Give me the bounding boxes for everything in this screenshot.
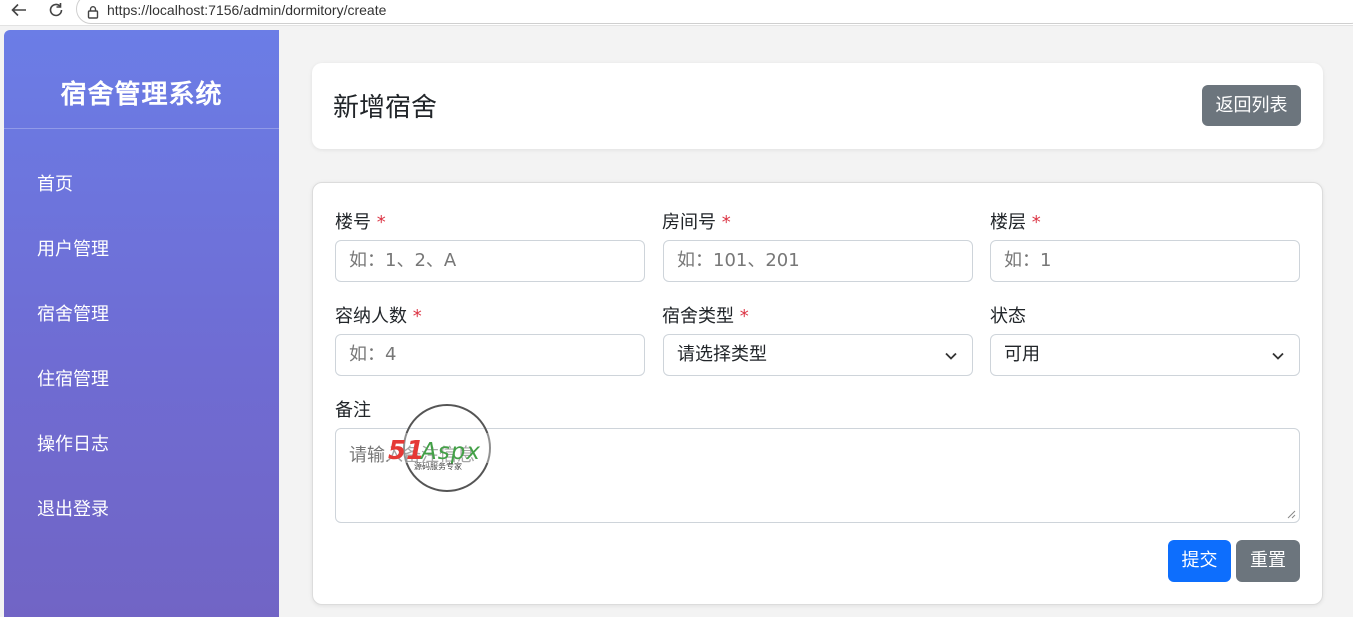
form-card: 楼号 * 如：1、2、A 房间号 * 如：101、201 楼层 * 如：1 容纳…: [312, 182, 1323, 605]
capacity-label: 容纳人数 *: [335, 306, 422, 327]
brand: 宿舍管理系统: [4, 30, 279, 129]
room-input[interactable]: 如：101、201: [663, 240, 973, 282]
sidebar-item-logout[interactable]: 退出登录: [37, 495, 109, 521]
sidebar: 宿舍管理系统 首页 用户管理 宿舍管理 住宿管理 操作日志 退出登录: [4, 30, 279, 617]
sidebar-item-logs[interactable]: 操作日志: [37, 430, 109, 456]
reload-icon[interactable]: [45, 1, 67, 23]
browser-toolbar: https://localhost:7156/admin/dormitory/c…: [0, 0, 1353, 26]
url-text[interactable]: https://localhost:7156/admin/dormitory/c…: [107, 2, 386, 18]
required-mark: *: [1031, 212, 1041, 233]
back-arrow-icon[interactable]: [8, 1, 30, 23]
sidebar-item-dormitories[interactable]: 宿舍管理: [37, 300, 109, 326]
building-label: 楼号 *: [335, 212, 386, 233]
status-select-value: 可用: [1004, 344, 1040, 365]
type-select-value: 请选择类型: [677, 344, 767, 365]
header-card: 新增宿舍 返回列表: [312, 63, 1323, 149]
reset-button[interactable]: 重置: [1236, 540, 1300, 582]
floor-label: 楼层 *: [990, 212, 1041, 233]
brand-title: 宿舍管理系统: [60, 80, 223, 110]
sidebar-item-home[interactable]: 首页: [37, 170, 73, 196]
chevron-down-icon: [945, 352, 957, 360]
status-label: 状态: [990, 306, 1026, 327]
room-label: 房间号 *: [662, 212, 731, 233]
resize-grip-icon[interactable]: [1287, 510, 1296, 519]
building-input[interactable]: 如：1、2、A: [335, 240, 645, 282]
capacity-input[interactable]: 如：4: [335, 334, 645, 376]
lock-icon: [86, 4, 100, 19]
required-mark: *: [739, 306, 749, 327]
required-mark: *: [721, 212, 731, 233]
required-mark: *: [412, 306, 422, 327]
watermark-tagline: 源码服务专家: [414, 461, 462, 471]
submit-button[interactable]: 提交: [1168, 540, 1231, 582]
watermark-logo: 51 Aspx 源码服务专家: [388, 404, 512, 492]
sidebar-item-accommodation[interactable]: 住宿管理: [37, 365, 109, 391]
type-select[interactable]: 请选择类型: [663, 334, 973, 376]
sidebar-item-users[interactable]: 用户管理: [37, 235, 109, 261]
status-select[interactable]: 可用: [990, 334, 1300, 376]
required-mark: *: [376, 212, 386, 233]
floor-input[interactable]: 如：1: [990, 240, 1300, 282]
page-title: 新增宿舍: [333, 93, 438, 123]
remark-label: 备注: [335, 400, 371, 421]
chevron-down-icon: [1272, 352, 1284, 360]
back-to-list-button[interactable]: 返回列表: [1202, 85, 1301, 126]
type-label: 宿舍类型 *: [662, 306, 749, 327]
